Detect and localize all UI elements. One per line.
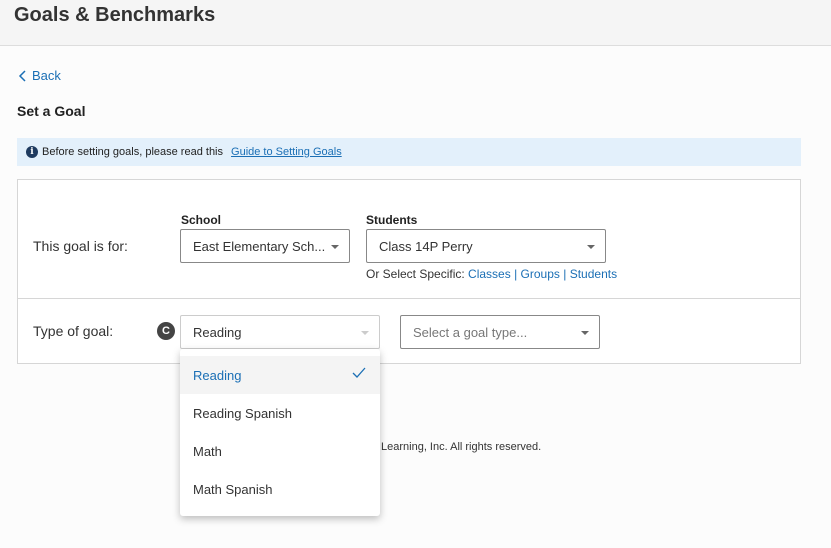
option-reading[interactable]: Reading bbox=[180, 356, 380, 394]
caret-down-icon bbox=[581, 331, 589, 335]
caret-down-icon bbox=[587, 245, 595, 249]
students-link[interactable]: Students bbox=[570, 267, 617, 281]
check-icon bbox=[352, 367, 366, 378]
subject-value: Reading bbox=[193, 324, 242, 340]
chevron-left-icon bbox=[18, 69, 26, 82]
page-title: Set a Goal bbox=[17, 103, 86, 119]
students-label: Students bbox=[366, 213, 418, 227]
groups-link[interactable]: Groups bbox=[521, 267, 560, 281]
app-title: Goals & Benchmarks bbox=[14, 4, 216, 26]
back-link[interactable]: Back bbox=[18, 68, 61, 83]
subject-select[interactable]: Reading bbox=[180, 315, 380, 349]
app-header: Goals & Benchmarks bbox=[0, 0, 831, 46]
goal-type-select[interactable]: Select a goal type... bbox=[400, 315, 600, 349]
option-label: Reading bbox=[193, 367, 242, 383]
info-banner: i Before setting goals, please read this… bbox=[17, 138, 801, 166]
separator: | bbox=[563, 267, 567, 281]
guide-link[interactable]: Guide to Setting Goals bbox=[231, 146, 342, 158]
school-value: East Elementary Sch... bbox=[193, 238, 326, 254]
back-label: Back bbox=[32, 68, 61, 83]
students-select[interactable]: Class 14P Perry bbox=[366, 229, 606, 263]
goal-for-label: This goal is for: bbox=[33, 238, 128, 254]
subject-dropdown-menu: Reading Reading Spanish Math Math Spanis… bbox=[180, 349, 380, 516]
goal-type-section: Type of goal: C Reading Select a goal ty… bbox=[17, 298, 801, 364]
option-label: Reading Spanish bbox=[193, 405, 293, 421]
option-reading-spanish[interactable]: Reading Spanish bbox=[180, 394, 380, 432]
caret-down-icon bbox=[361, 331, 369, 335]
badge-icon: C bbox=[157, 322, 175, 340]
option-label: Math Spanish bbox=[193, 481, 273, 497]
info-icon: i bbox=[26, 146, 38, 158]
option-math[interactable]: Math bbox=[180, 432, 380, 470]
school-label: School bbox=[181, 213, 222, 227]
banner-text: Before setting goals, please read this bbox=[42, 146, 224, 158]
specific-links: Or Select Specific: Classes | Groups | S… bbox=[366, 267, 617, 281]
goal-for-section: This goal is for: School East Elementary… bbox=[17, 179, 801, 299]
goal-type-placeholder: Select a goal type... bbox=[413, 324, 528, 340]
students-value: Class 14P Perry bbox=[379, 238, 473, 254]
footer-copyright: Learning, Inc. All rights reserved. bbox=[381, 441, 542, 453]
option-label: Math bbox=[193, 443, 222, 459]
specific-prefix: Or Select Specific: bbox=[366, 267, 465, 281]
classes-link[interactable]: Classes bbox=[468, 267, 511, 281]
school-select[interactable]: East Elementary Sch... bbox=[180, 229, 350, 263]
goal-type-label: Type of goal: bbox=[33, 323, 114, 339]
caret-down-icon bbox=[331, 245, 339, 249]
option-math-spanish[interactable]: Math Spanish bbox=[180, 470, 380, 508]
separator: | bbox=[514, 267, 518, 281]
